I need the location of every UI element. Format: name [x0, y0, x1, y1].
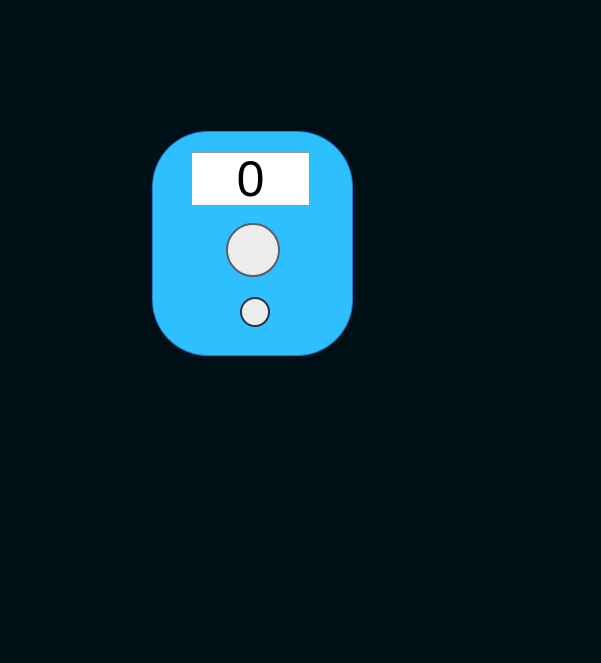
reset-button[interactable]: [240, 297, 270, 327]
counter-display: 0: [191, 152, 310, 206]
tally-counter-page: 0: [0, 0, 601, 663]
count-button[interactable]: [226, 223, 280, 277]
tally-counter: 0: [152, 131, 353, 356]
